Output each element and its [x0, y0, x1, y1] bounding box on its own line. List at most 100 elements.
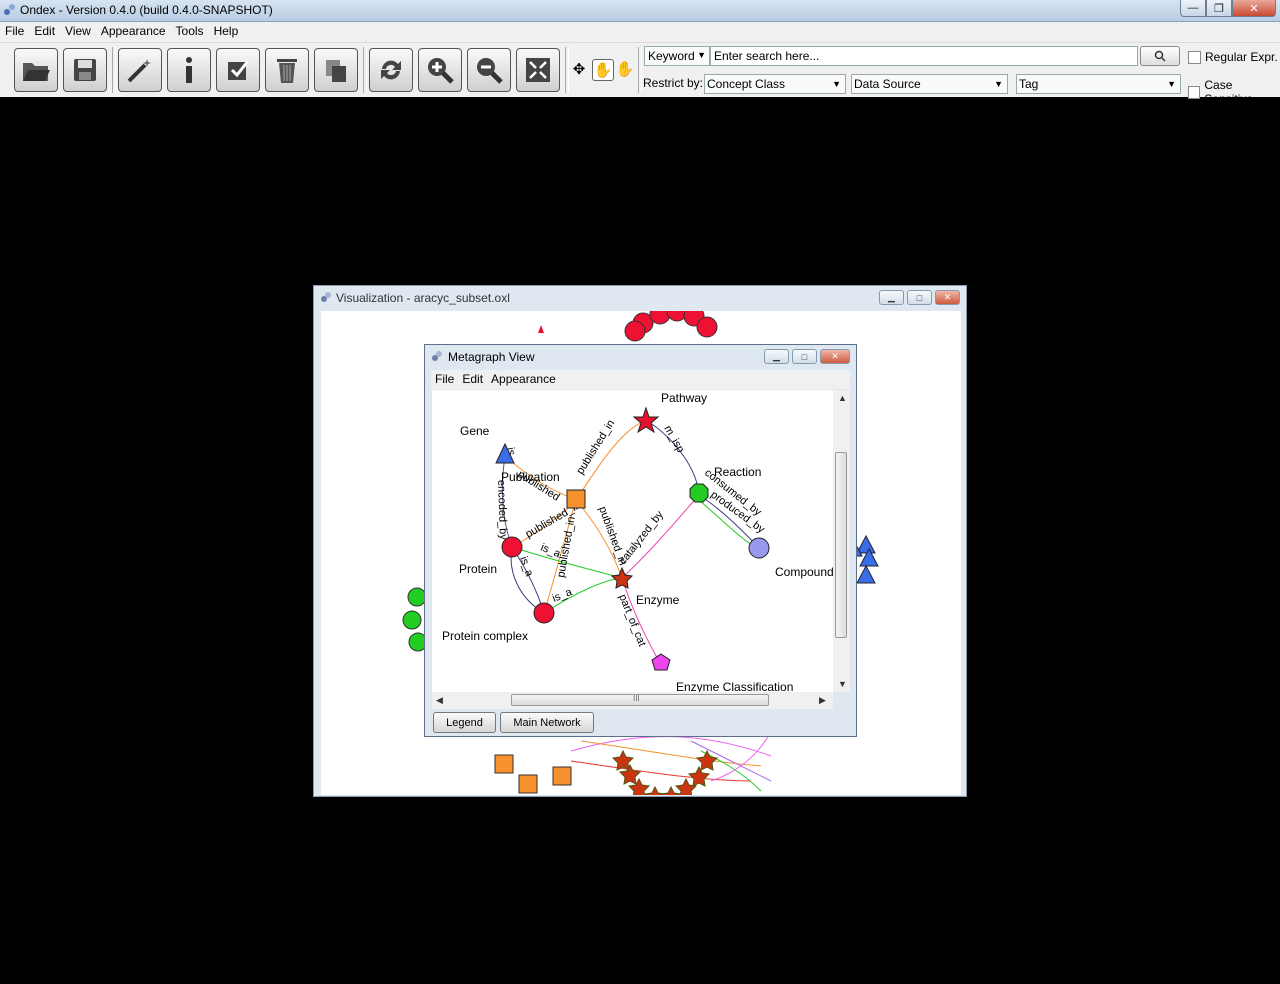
close-button[interactable]: ✕ — [1232, 0, 1276, 17]
select-hand-icon: ✋ — [593, 62, 613, 79]
maximize-icon: □ — [916, 292, 923, 303]
node-label-publication: Publication — [501, 470, 560, 484]
search-placeholder: Enter search here... — [714, 49, 820, 63]
move-icon: ✥ — [572, 61, 586, 78]
open-button[interactable] — [14, 48, 58, 92]
window-icon — [432, 351, 442, 361]
data-source-select[interactable]: Data Source ▼ — [851, 74, 1008, 94]
wand-button[interactable] — [118, 48, 162, 92]
maximize-icon: ❐ — [1214, 2, 1224, 15]
edge-label: is_a — [517, 555, 535, 579]
metagraph-graph: is encoded_by published published_in pub… — [442, 391, 833, 692]
trash-icon — [277, 59, 297, 83]
scroll-thumb[interactable]: III — [511, 694, 769, 706]
pan-hand-tool[interactable]: ✋ — [615, 59, 635, 79]
concept-class-value: Concept Class — [707, 77, 786, 91]
zoom-in-icon — [428, 58, 454, 84]
metagraph-menu-file[interactable]: File — [431, 370, 458, 389]
refresh-button[interactable] — [369, 48, 413, 92]
maximize-button[interactable]: ❐ — [1206, 0, 1232, 17]
delete-button[interactable] — [265, 48, 309, 92]
menu-file[interactable]: File — [0, 22, 29, 42]
chevron-down-icon: ▼ — [832, 79, 841, 89]
case-sensitive-label: Case Sensitive — [1204, 78, 1254, 106]
legend-button[interactable]: Legend — [433, 712, 496, 733]
scroll-thumb[interactable] — [835, 452, 847, 638]
menu-view[interactable]: View — [60, 22, 96, 42]
main-network-button[interactable]: Main Network — [500, 712, 594, 733]
edge-enzyme-reaction — [621, 494, 700, 579]
enzyme-cluster — [611, 749, 719, 795]
chevron-down-icon: ▼ — [994, 79, 1003, 89]
scroll-left-icon[interactable]: ◀ — [436, 695, 443, 706]
maximize-button[interactable]: □ — [792, 349, 817, 364]
info-button[interactable] — [167, 48, 211, 92]
node-label-enzyme: Enzyme — [636, 593, 680, 607]
metagraph-menu-appearance[interactable]: Appearance — [487, 370, 560, 389]
window-icon — [321, 292, 331, 302]
save-button[interactable] — [63, 48, 107, 92]
close-button[interactable]: ✕ — [935, 290, 960, 305]
regular-expr-checkbox[interactable]: Regular Expr. — [1188, 50, 1278, 64]
menu-edit[interactable]: Edit — [29, 22, 60, 42]
enzyme-classification-node[interactable] — [651, 653, 671, 671]
reaction-node[interactable] — [689, 483, 709, 503]
protein-complex-node[interactable] — [533, 602, 555, 624]
fit-screen-icon — [526, 58, 550, 82]
node-label-protein: Protein — [459, 562, 497, 576]
data-source-value: Data Source — [854, 77, 921, 91]
close-button[interactable]: ✕ — [820, 349, 850, 364]
minimize-button[interactable]: ▁ — [879, 290, 904, 305]
maximize-button[interactable]: □ — [907, 290, 932, 305]
node-label-protein-complex: Protein complex — [442, 629, 528, 643]
menu-tools[interactable]: Tools — [171, 22, 209, 42]
case-sensitive-checkbox[interactable]: Case Sensitive — [1188, 78, 1280, 106]
zoom-out-button[interactable] — [467, 48, 511, 92]
search-mode-select[interactable]: Keyword ▼ — [644, 46, 710, 66]
copy-button[interactable] — [314, 48, 358, 92]
menu-help[interactable]: Help — [209, 22, 244, 42]
zoom-in-button[interactable] — [418, 48, 462, 92]
protein-node[interactable] — [501, 536, 523, 558]
scroll-right-icon[interactable]: ▶ — [819, 695, 826, 706]
concept-class-select[interactable]: Concept Class ▼ — [704, 74, 846, 94]
node-label-compound: Compound — [775, 565, 833, 579]
publication-node[interactable] — [566, 489, 586, 509]
metagraph-window: Metagraph View ▁ □ ✕ File Edit Appearanc… — [424, 344, 857, 737]
vertical-scrollbar[interactable]: ▲ ▼ — [833, 390, 850, 692]
select-button[interactable] — [216, 48, 260, 92]
scroll-down-icon[interactable]: ▼ — [838, 679, 847, 689]
horizontal-scrollbar[interactable]: ◀ III ▶ — [432, 692, 833, 709]
metagraph-menu-edit[interactable]: Edit — [458, 370, 487, 389]
refresh-icon — [381, 60, 401, 80]
scroll-grip: III — [633, 694, 640, 703]
close-icon: ✕ — [831, 351, 839, 361]
chevron-down-icon: ▼ — [1167, 79, 1176, 89]
menu-appearance[interactable]: Appearance — [96, 22, 171, 42]
pathway-node[interactable] — [632, 406, 660, 434]
metagraph-canvas[interactable]: is encoded_by published published_in pub… — [432, 390, 833, 692]
minimize-button[interactable]: — — [1180, 0, 1206, 17]
pan-hand-icon: ✋ — [615, 61, 635, 78]
minimize-button[interactable]: ▁ — [764, 349, 789, 364]
edge-label: encoded_by — [495, 480, 509, 541]
scroll-up-icon[interactable]: ▲ — [838, 393, 847, 403]
copy-icon — [326, 60, 346, 82]
fit-screen-button[interactable] — [516, 48, 560, 92]
search-input[interactable]: Enter search here... — [710, 46, 1138, 66]
app-title: Ondex - Version 0.4.0 (build 0.4.0-SNAPS… — [20, 3, 273, 17]
select-hand-tool[interactable]: ✋ — [592, 59, 614, 81]
search-button[interactable] — [1140, 46, 1180, 66]
chevron-down-icon: ▼ — [697, 50, 706, 60]
node-label-pathway: Pathway — [661, 391, 707, 405]
close-icon: ✕ — [943, 292, 952, 302]
tag-select[interactable]: Tag ▼ — [1016, 74, 1181, 94]
search-mode-value: Keyword — [648, 49, 695, 63]
move-tool[interactable]: ✥ — [569, 59, 589, 79]
compound-node[interactable] — [748, 537, 770, 559]
protein-cluster — [624, 311, 718, 342]
app-title-bar: Ondex - Version 0.4.0 (build 0.4.0-SNAPS… — [0, 0, 1280, 22]
metagraph-title: Metagraph View — [448, 350, 535, 364]
minimize-icon: ▁ — [773, 351, 780, 361]
edge-label: published_in — [574, 418, 617, 477]
